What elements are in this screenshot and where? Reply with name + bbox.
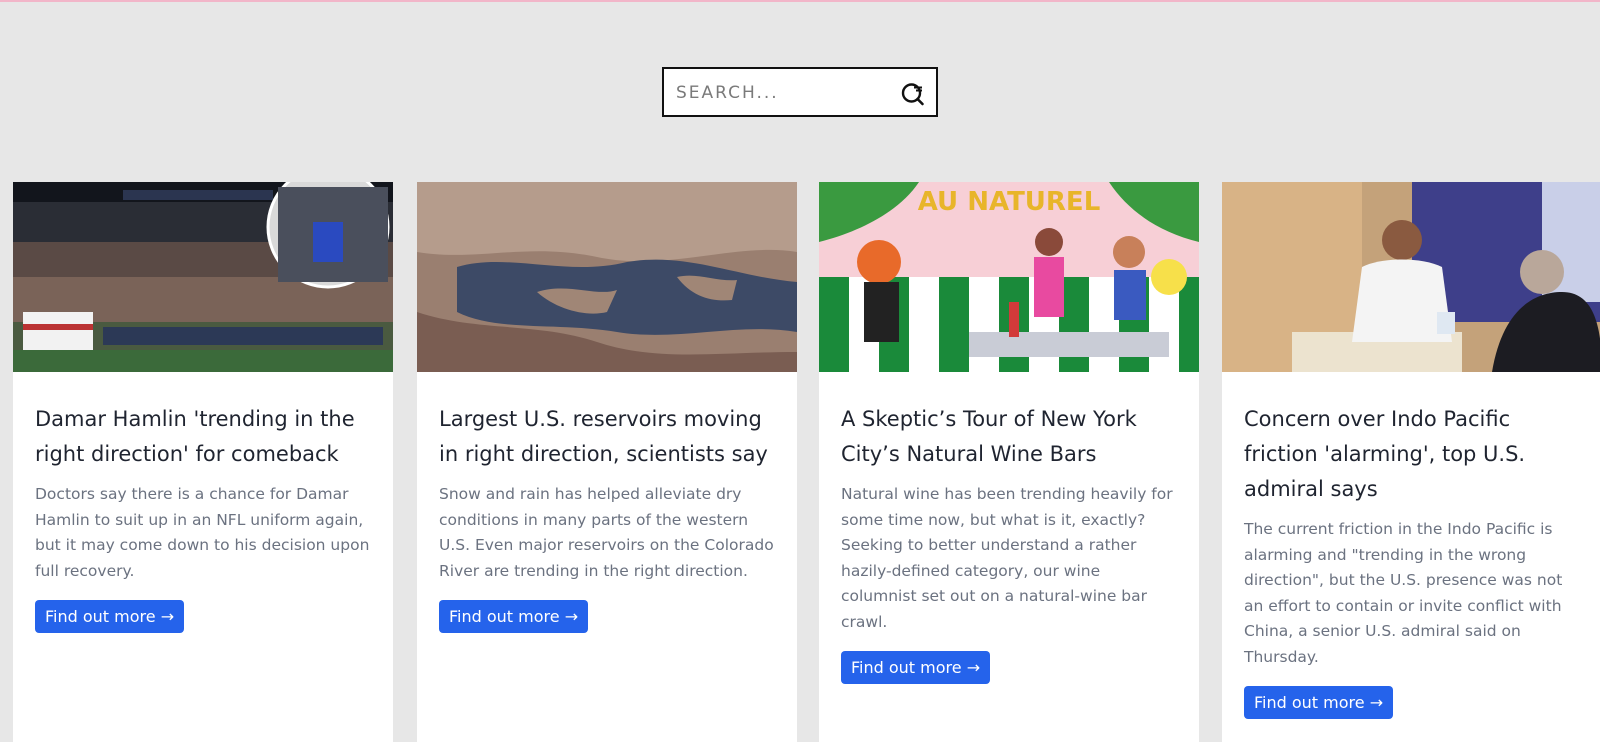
find-out-more-button[interactable]: Find out more → (35, 600, 185, 633)
article-card-hamlin: Damar Hamlin 'trending in the right dire… (13, 182, 393, 742)
admiral-panel-image (1222, 182, 1600, 372)
football-stadium-image (13, 182, 393, 372)
search-box[interactable] (662, 67, 938, 117)
card-description: Doctors say there is a chance for Damar … (35, 485, 370, 580)
find-out-more-button[interactable]: Find out more → (1244, 686, 1394, 719)
search-icon[interactable] (900, 80, 926, 106)
card-title: Largest U.S. reservoirs moving in right … (439, 407, 768, 466)
top-border (0, 0, 1600, 2)
find-out-more-button[interactable]: Find out more → (439, 600, 589, 633)
wine-bar-illustration: AU NATUREL (819, 182, 1199, 372)
card-title: Concern over Indo Pacific friction 'alar… (1244, 407, 1526, 501)
card-title: A Skeptic’s Tour of New York City’s Natu… (841, 407, 1137, 466)
find-out-more-button[interactable]: Find out more → (841, 651, 991, 684)
reservoir-aerial-image (417, 182, 797, 372)
card-title: Damar Hamlin 'trending in the right dire… (35, 407, 355, 466)
search-input[interactable] (676, 81, 896, 105)
article-card-indo-pacific: Concern over Indo Pacific friction 'alar… (1222, 182, 1600, 742)
card-description: Snow and rain has helped alleviate dry c… (439, 485, 774, 580)
article-card-natural-wine: AU NATUREL A Skeptic’s Tour of New York … (819, 182, 1199, 742)
card-description: Natural wine has been trending heavily f… (841, 485, 1173, 631)
card-description: The current friction in the Indo Pacific… (1244, 520, 1563, 666)
svg-text:AU NATUREL: AU NATUREL (918, 187, 1101, 217)
article-card-reservoirs: Largest U.S. reservoirs moving in right … (417, 182, 797, 742)
